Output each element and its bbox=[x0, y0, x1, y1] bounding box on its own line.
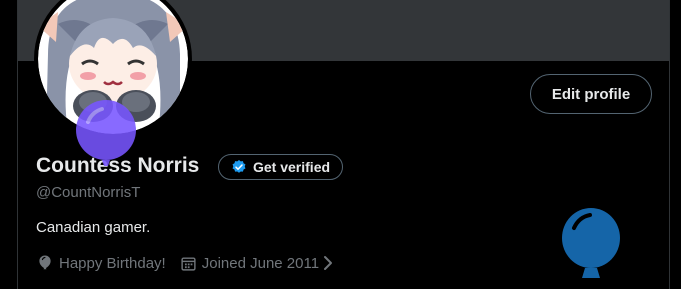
birthday-item: Happy Birthday! bbox=[36, 254, 166, 272]
profile-bio: Canadian gamer. bbox=[36, 219, 151, 236]
profile-handle: @CountNorrisT bbox=[36, 184, 141, 201]
birthday-text: Happy Birthday! bbox=[59, 254, 166, 272]
edit-profile-button[interactable]: Edit profile bbox=[530, 74, 652, 114]
timeline-border-right bbox=[669, 0, 670, 289]
get-verified-button[interactable]: Get verified bbox=[218, 154, 344, 180]
chevron-right-icon[interactable] bbox=[323, 255, 338, 271]
profile-meta: Happy Birthday! Joined June 2011 bbox=[36, 253, 338, 273]
verified-badge-icon bbox=[231, 159, 247, 175]
balloon-decoration-blue bbox=[562, 208, 620, 278]
get-verified-label: Get verified bbox=[253, 159, 331, 175]
joined-item: Joined June 2011 bbox=[180, 255, 338, 272]
joined-text: Joined June 2011 bbox=[201, 254, 320, 272]
balloon-decoration-purple bbox=[76, 100, 136, 166]
calendar-icon bbox=[181, 256, 196, 271]
balloon-icon bbox=[39, 255, 51, 270]
